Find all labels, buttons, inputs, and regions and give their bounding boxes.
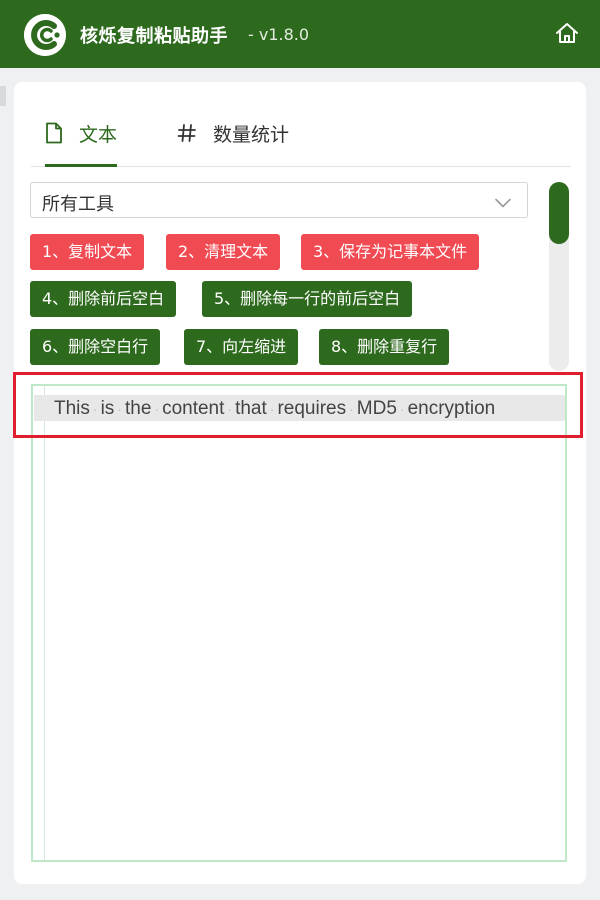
trim-each-line-button[interactable]: 5、删除每一行的前后空白 <box>202 281 413 317</box>
active-tab-indicator <box>45 164 118 167</box>
highlight-box <box>13 372 583 438</box>
home-button[interactable] <box>553 22 581 48</box>
trim-whitespace-button[interactable]: 4、删除前后空白 <box>30 281 177 317</box>
copy-text-button[interactable]: 1、复制文本 <box>30 234 145 270</box>
tab-text[interactable]: 文本 <box>45 100 118 167</box>
title-bar: 核烁复制粘贴助手 - v1.8.0 <box>0 0 600 68</box>
tools-scrollbar[interactable] <box>549 182 569 371</box>
hash-icon <box>177 123 197 143</box>
cc-logo-icon <box>24 14 66 56</box>
tab-text-label: 文本 <box>79 123 118 146</box>
scrollbar-thumb[interactable] <box>549 182 569 244</box>
editor-gutter <box>44 386 45 860</box>
tab-stats-label: 数量统计 <box>213 123 290 146</box>
app-title: 核烁复制粘贴助手 <box>80 26 228 47</box>
home-icon <box>555 22 579 48</box>
save-as-notepad-button[interactable]: 3、保存为记事本文件 <box>301 234 480 270</box>
tab-stats[interactable]: 数量统计 <box>177 100 289 166</box>
indent-left-button[interactable]: 7、向左缩进 <box>184 329 299 365</box>
window-edge <box>0 86 6 106</box>
tab-bar: 文本 数量统计 <box>31 100 571 167</box>
chevron-down-icon <box>495 193 511 212</box>
app-version: - v1.8.0 <box>248 25 310 44</box>
remove-duplicate-lines-button[interactable]: 8、删除重复行 <box>319 329 450 365</box>
tool-filter-select[interactable]: 所有工具 <box>30 182 528 218</box>
clean-text-button[interactable]: 2、清理文本 <box>166 234 281 270</box>
document-icon <box>45 122 63 144</box>
remove-blank-lines-button[interactable]: 6、删除空白行 <box>30 329 161 365</box>
text-editor[interactable]: This · is · the · content · that · requires · MD5 · en… <box>31 384 567 862</box>
tool-filter-value: 所有工具 <box>42 194 114 215</box>
